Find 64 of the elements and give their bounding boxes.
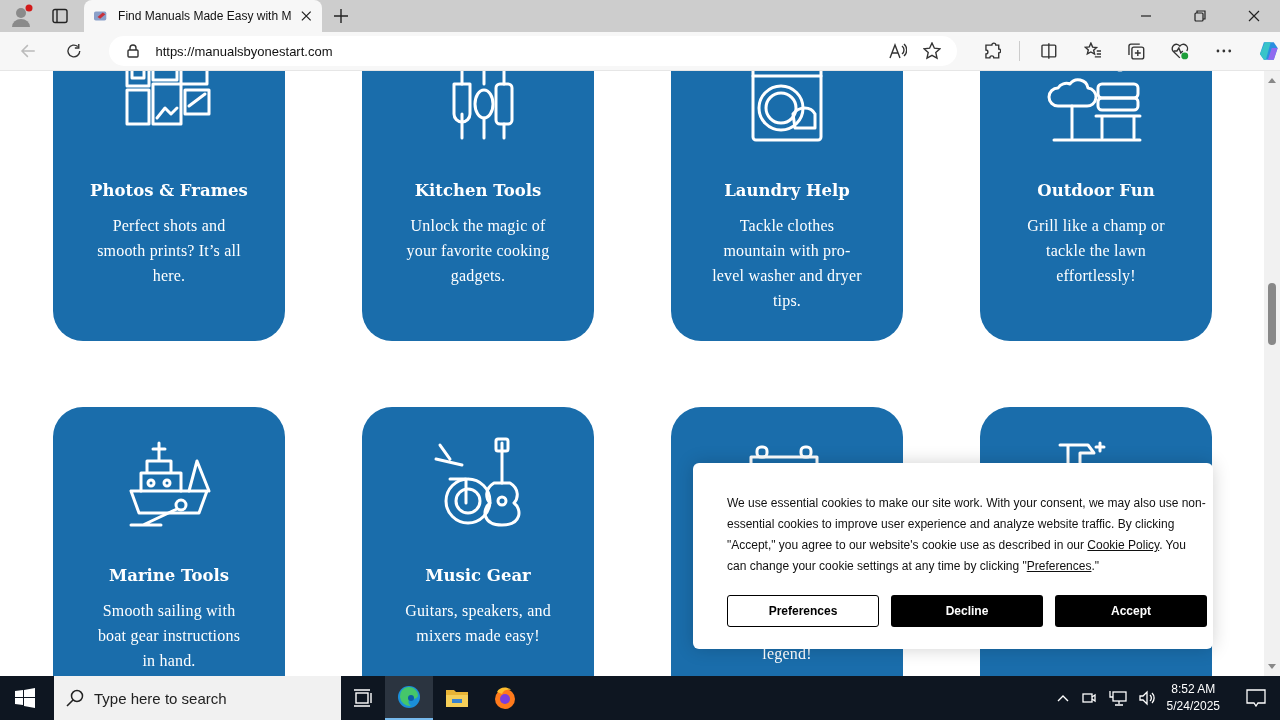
scroll-down-icon[interactable] bbox=[1268, 664, 1276, 670]
card-title: Laundry Help bbox=[724, 180, 850, 202]
search-icon bbox=[66, 689, 84, 707]
clock-date[interactable]: 5/24/2025 bbox=[1166, 698, 1220, 715]
network-icon[interactable] bbox=[1108, 690, 1127, 706]
preferences-link[interactable]: Preferences bbox=[1026, 559, 1092, 573]
browser-tab[interactable]: Find Manuals Made Easy with M bbox=[84, 0, 322, 32]
start-icon[interactable] bbox=[15, 688, 35, 708]
scroll-thumb[interactable] bbox=[1268, 283, 1276, 345]
refresh-icon[interactable] bbox=[65, 43, 82, 59]
tab-title: Find Manuals Made Easy with M bbox=[118, 9, 292, 23]
health-icon[interactable] bbox=[1170, 42, 1189, 60]
folder-taskbar-icon[interactable] bbox=[445, 688, 469, 708]
close-icon[interactable] bbox=[1248, 10, 1260, 22]
card-description: legend! bbox=[761, 644, 813, 665]
scrollbar[interactable] bbox=[1264, 71, 1280, 676]
card-description: Grill like a champ or tackle the lawn effortlessly! bbox=[1026, 216, 1166, 287]
category-card[interactable]: Marine Tools Smooth sailing with boat gear instructions in hand. bbox=[53, 407, 285, 676]
category-card[interactable]: Laundry Help Tackle clothes mountain with pro-level washer and dryer tips. bbox=[671, 71, 903, 341]
split-screen-icon[interactable] bbox=[1039, 42, 1058, 60]
task-view-icon[interactable] bbox=[353, 689, 373, 707]
taskbar-search-field[interactable]: Type here to search bbox=[54, 676, 341, 720]
card-title: Marine Tools bbox=[108, 565, 230, 587]
profile-icon[interactable] bbox=[10, 4, 34, 28]
card-description: Tackle clothes mountain with pro-level washer and dryer tips. bbox=[711, 216, 863, 312]
firefox-taskbar-icon[interactable] bbox=[493, 686, 517, 710]
ship-icon bbox=[129, 441, 211, 527]
card-title: Outdoor Fun bbox=[1037, 180, 1155, 202]
card-title: Photos & Frames bbox=[90, 180, 248, 202]
new-tab-icon[interactable] bbox=[334, 9, 348, 23]
edge-taskbar-icon[interactable] bbox=[385, 676, 433, 720]
camera-icon[interactable] bbox=[1080, 690, 1097, 706]
scroll-up-icon[interactable] bbox=[1268, 77, 1276, 83]
favorite-icon[interactable] bbox=[923, 42, 942, 60]
category-card[interactable]: Music Gear Guitars, speakers, and mixers made easy! bbox=[362, 407, 594, 676]
tab-actions-icon[interactable] bbox=[52, 8, 68, 24]
card-description: Smooth sailing with boat gear instructions in hand. bbox=[96, 601, 242, 671]
collections-icon[interactable] bbox=[1127, 42, 1145, 60]
category-card[interactable]: Kitchen Tools Unlock the magic of your favorite cooking gadgets. bbox=[362, 71, 594, 341]
card-description: Guitars, speakers, and mixers made easy! bbox=[404, 601, 552, 647]
lock-icon bbox=[127, 44, 140, 58]
favorites-list-icon[interactable] bbox=[1083, 42, 1102, 60]
drum-guitar-icon bbox=[434, 437, 521, 527]
card-description: Perfect shots and smooth prints? It’s all here. bbox=[96, 216, 242, 286]
chevron-up-icon[interactable] bbox=[1056, 694, 1069, 702]
card-title: Kitchen Tools bbox=[414, 180, 542, 202]
cookie-notice-text: We use essential cookies to make our site work. With your consent, we may also use non-essential cookies to improve user experience and analyze website traffic. By clicking "Accept," you agree to our website's cookie use as described in our Cookie Policy. You can change your cookie settings at any time by clicking "Preferences." bbox=[727, 495, 1207, 575]
close-icon[interactable] bbox=[301, 10, 312, 22]
site-icon bbox=[94, 10, 109, 22]
address-bar[interactable]: https://manualsbyonestart.com bbox=[109, 36, 958, 66]
cookie-button[interactable]: Accept bbox=[1055, 595, 1207, 627]
card-description: Unlock the magic of your favorite cooking gadgets. bbox=[405, 216, 551, 287]
extensions-icon[interactable] bbox=[983, 42, 1001, 60]
category-card[interactable]: Outdoor Fun Grill like a champ or tackle the lawn effortlessly! bbox=[980, 71, 1212, 341]
cookie-button[interactable]: Decline bbox=[891, 595, 1043, 627]
clock-time[interactable]: 8:52 AM bbox=[1171, 681, 1216, 698]
category-card[interactable]: Photos & Frames Perfect shots and smooth prints? It’s all here. bbox=[53, 71, 285, 341]
volume-icon[interactable] bbox=[1138, 690, 1157, 706]
copilot-icon[interactable] bbox=[1258, 40, 1280, 62]
card-title: Music Gear bbox=[425, 565, 531, 587]
restore-icon[interactable] bbox=[1194, 10, 1206, 22]
read-aloud-icon[interactable] bbox=[889, 43, 908, 59]
cookie-button[interactable]: Preferences bbox=[727, 595, 879, 627]
notifications-icon[interactable] bbox=[1246, 689, 1266, 707]
